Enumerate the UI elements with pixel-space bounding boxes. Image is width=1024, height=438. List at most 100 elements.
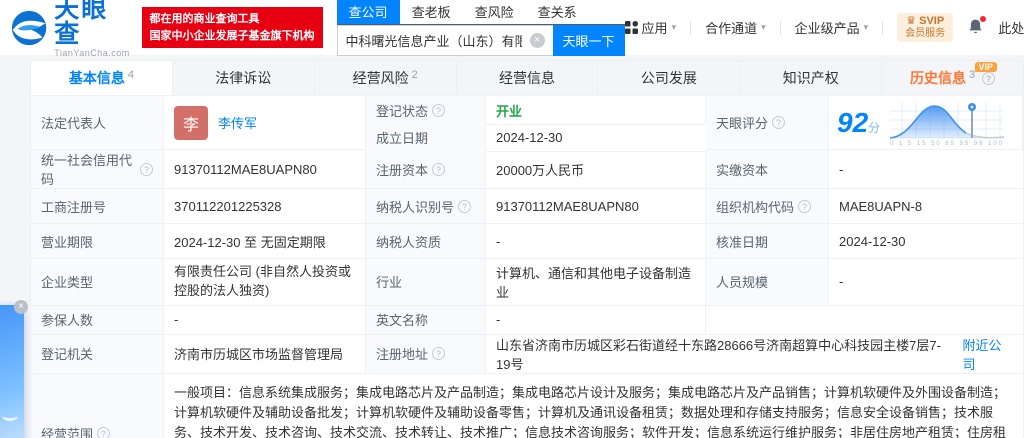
help-icon[interactable]: ? (458, 199, 472, 213)
help-icon[interactable]: ? (772, 116, 786, 129)
score-axis-labels: 0 1 5 15 50 65 95 99 100 (890, 141, 1003, 146)
tab-count: 4 (127, 69, 134, 81)
field-label: 核准日期 (706, 224, 829, 259)
nearby-companies-link[interactable]: 附近公司 (963, 335, 1013, 373)
tab-history-info[interactable]: VIP 历史信息 3 ? (882, 61, 1023, 95)
legal-rep-cell: 李 李传军 (164, 96, 366, 150)
close-icon[interactable]: × (14, 300, 28, 314)
tab-label: 经营风险 (352, 70, 409, 86)
search-tab-boss[interactable]: 查老板 (400, 0, 463, 24)
tianyancha-logo[interactable]: 天眼查 TianYanCha.com (10, 0, 132, 58)
notification-bell[interactable] (967, 15, 987, 38)
tab-basic-info[interactable]: 基本信息 4 (31, 61, 173, 95)
divider (779, 20, 781, 35)
label-text: 行业 (376, 275, 403, 291)
divider (882, 20, 884, 35)
search-tab-relation[interactable]: 查关系 (526, 0, 589, 24)
tab-business-info[interactable]: 经营信息 (457, 61, 599, 95)
info-row-2: 统一社会信用代码? 91370112MAE8UAPN80 注册资本? 20000… (30, 150, 1024, 189)
label-text: 法定代表人 (41, 116, 107, 131)
help-icon[interactable]: ? (97, 426, 111, 438)
label-text: 企业类型 (41, 275, 94, 291)
value-text: 2024-12-30 (839, 233, 906, 249)
logo-title: 天眼查 (54, 0, 109, 48)
help-icon[interactable]: ? (982, 71, 996, 85)
label-text: 登记状态 (376, 103, 429, 119)
help-icon[interactable]: ? (432, 347, 446, 361)
field-value: 济南市历城区市场监督管理局 (164, 334, 366, 374)
field-label: 参保人数 (31, 305, 164, 335)
help-icon[interactable]: ? (798, 199, 812, 213)
label-text: 工商注册号 (41, 199, 107, 215)
field-value: 开业 (486, 96, 706, 125)
company-detail-card: 基本信息 4 法律诉讼 经营风险 2 经营信息 公司发展 知识产权 VIP 历史… (30, 60, 1024, 438)
search-tab-risk[interactable]: 查风险 (463, 0, 526, 24)
field-value: - (486, 305, 706, 335)
label-text: 统一社会信用代码 (41, 153, 133, 187)
help-icon[interactable]: ? (432, 162, 446, 176)
avatar[interactable]: 李 (174, 105, 208, 140)
value-text: 有限责任公司 (非自然人投资或控股的法人独资) (174, 264, 351, 298)
tab-label: 公司发展 (640, 70, 697, 86)
brand-slogan: 都在用的商业查询工具 国家中小企业发展子基金旗下机构 (141, 7, 323, 48)
tab-label: 历史信息 (910, 70, 967, 86)
nav-cooperation-label: 合作通道 (705, 21, 758, 36)
help-icon[interactable]: ? (432, 103, 446, 117)
tab-count: 2 (411, 69, 418, 81)
info-row-8: 经营范围? 一般项目：信息系统集成服务；集成电路芯片及产品制造；集成电路芯片设计… (30, 373, 1024, 438)
svip-member-badge[interactable]: ♛ SVIP 会员服务 (897, 12, 954, 43)
score-value: 92 (837, 106, 869, 138)
score-unit: 分 (868, 120, 881, 135)
info-row-5: 企业类型 有限责任公司 (非自然人投资或控股的法人独资) 行业 计算机、通信和其… (30, 259, 1024, 306)
apps-grid-icon (624, 21, 638, 34)
address-cell: 山东省济南市历城区彩石街道经十东路28666号济南超算中心科技园主楼7层7-19… (486, 335, 1023, 374)
label-text: 纳税人识别号 (376, 199, 455, 215)
field-label: 实缴资本 (706, 150, 829, 189)
value-text: 2024-12-30 至 无固定期限 (174, 234, 326, 250)
search-tab-company[interactable]: 查公司 (336, 0, 400, 24)
nav-enterprise-products[interactable]: 企业级产品 ▾ (795, 18, 869, 37)
search-input[interactable] (337, 33, 530, 48)
notification-dot (980, 15, 987, 22)
help-icon[interactable]: ? (140, 162, 153, 176)
value-text: 370112201225328 (174, 198, 282, 214)
label-text: 天眼评分 (716, 116, 769, 131)
nav-apps[interactable]: 应用 ▾ (624, 18, 676, 37)
value-text: 济南市历城区市场监督管理局 (174, 347, 344, 363)
tab-label: 法律诉讼 (215, 70, 272, 86)
label-text: 注册资本 (376, 162, 429, 178)
label-text: 英文名称 (376, 313, 429, 329)
tab-legal-litigation[interactable]: 法律诉讼 (173, 61, 315, 95)
field-label: 企业类型 (31, 259, 164, 306)
nav-cooperation[interactable]: 合作通道 ▾ (705, 18, 766, 37)
tab-intellectual-property[interactable]: 知识产权 (740, 61, 883, 95)
clear-search-icon[interactable]: × (529, 33, 545, 48)
field-value: - (829, 259, 1023, 306)
tab-company-development[interactable]: 公司发展 (598, 61, 741, 95)
label-text: 人员规模 (716, 275, 769, 291)
user-menu-label: 此处有... (998, 21, 1024, 36)
crown-icon: ♛ (906, 14, 917, 27)
wave-decoration-icon (2, 411, 18, 421)
search-button[interactable]: 天眼一下 (552, 25, 625, 56)
value-text: 20000万人民币 (496, 162, 585, 178)
field-value: MAE8UAPN-8 (829, 189, 1023, 224)
field-value: 2024-12-30 (829, 224, 1023, 259)
legal-rep-link[interactable]: 李传军 (218, 113, 257, 132)
label-text: 注册地址 (376, 347, 429, 363)
value-text: 91370112MAE8UAPN80 (496, 198, 639, 214)
info-row-3: 工商注册号 370112201225328 纳税人识别号? 91370112MA… (30, 189, 1024, 224)
search-box: × (336, 25, 553, 56)
value-text: - (839, 274, 844, 290)
tab-operating-risk[interactable]: 经营风险 2 (315, 61, 457, 95)
section-tabs: 基本信息 4 法律诉讼 经营风险 2 经营信息 公司发展 知识产权 VIP 历史… (30, 60, 1024, 95)
user-menu[interactable]: 此处有... ▾ (998, 18, 1024, 37)
floating-promo-banner[interactable] (0, 305, 24, 438)
empty-cell (706, 306, 1023, 335)
business-scope-cell: 一般项目：信息系统集成服务；集成电路芯片及产品制造；集成电路芯片设计及服务；集成… (164, 374, 1023, 438)
info-row-4: 营业期限 2024-12-30 至 无固定期限 纳税人资质 - 核准日期 202… (30, 224, 1024, 259)
value-text: - (496, 233, 501, 249)
logo-subtitle: TianYanCha.com (54, 48, 130, 58)
field-label: 工商注册号 (31, 189, 164, 224)
label-text: 纳税人资质 (376, 234, 442, 250)
